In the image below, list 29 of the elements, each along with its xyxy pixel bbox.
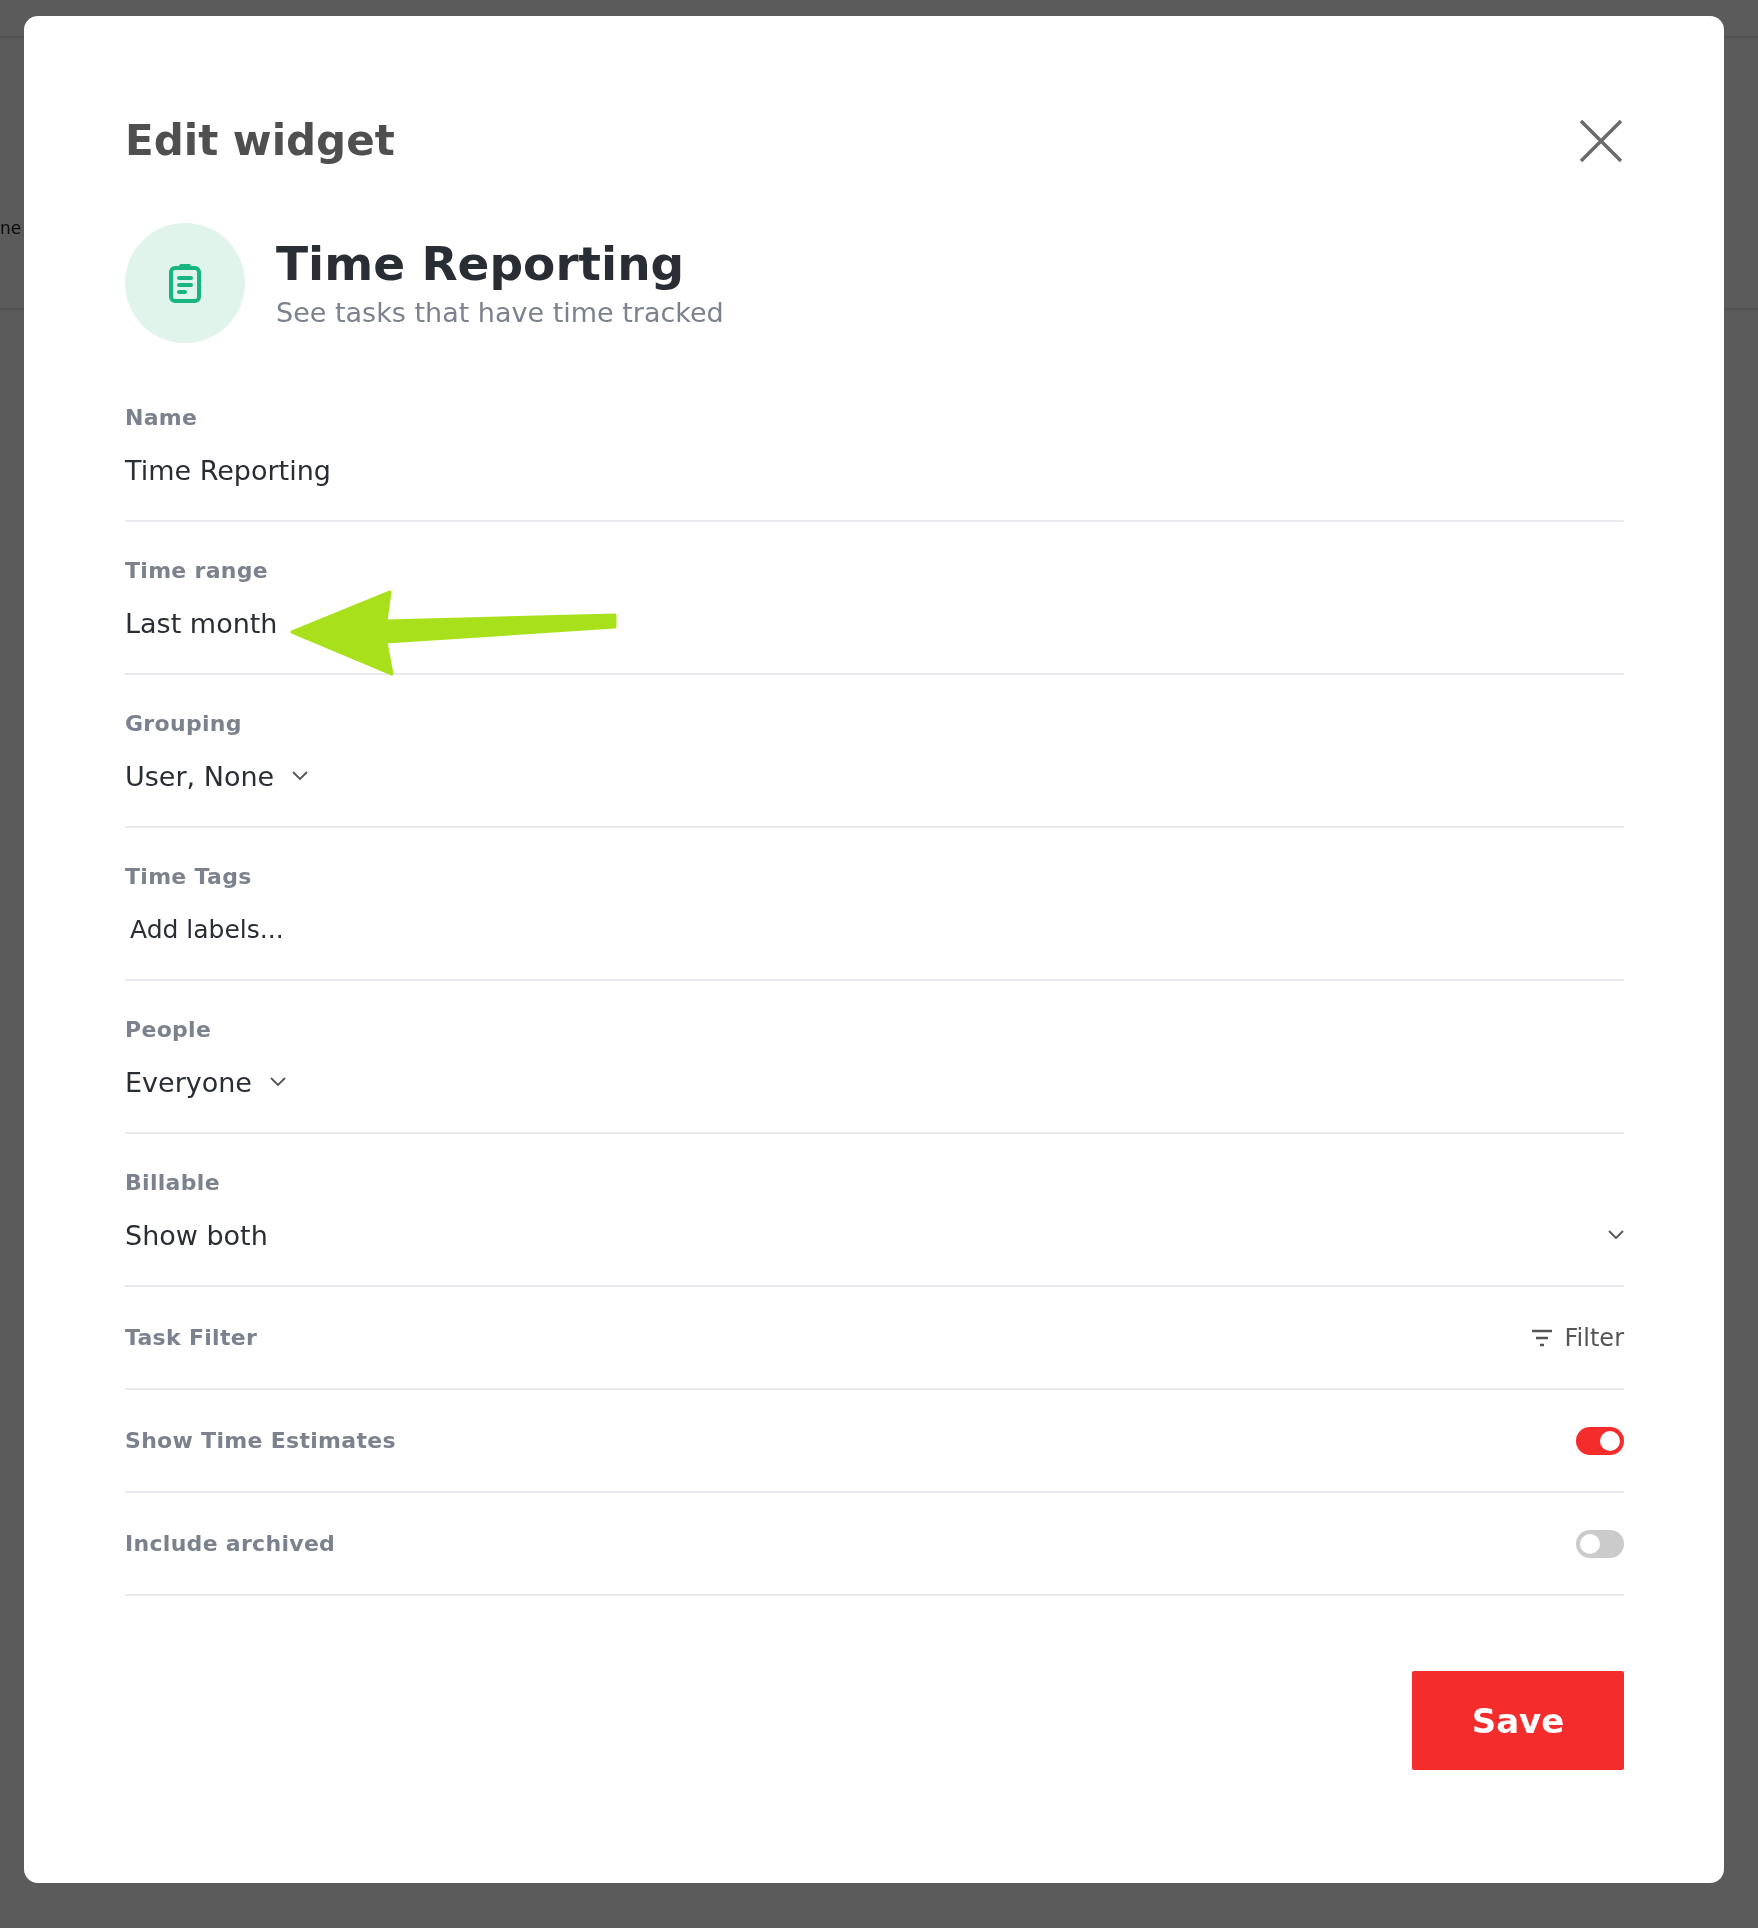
background-text: ne <box>0 218 22 238</box>
clipboard-icon <box>169 263 201 303</box>
field-label: People <box>125 1017 213 1042</box>
option-label: Show Time Estimates <box>125 1428 396 1453</box>
filter-button[interactable]: Filter <box>1530 1323 1624 1352</box>
close-icon <box>1578 117 1624 164</box>
field-label: Time Tags <box>125 864 253 889</box>
select-dropdown[interactable]: User, None <box>125 760 309 792</box>
filter-icon <box>1530 1328 1553 1347</box>
toggle-switch[interactable] <box>1576 1529 1624 1558</box>
close-button[interactable] <box>1578 117 1624 164</box>
field-label: Billable <box>125 1170 221 1195</box>
chevron-down-icon <box>1608 1230 1624 1240</box>
field-value: Last month <box>125 607 278 639</box>
widget-description: See tasks that have time tracked <box>276 297 724 329</box>
chevron-down-icon <box>292 771 309 781</box>
field-label: Time range <box>125 558 270 583</box>
field-label: Grouping <box>125 711 243 736</box>
option-label: Include archived <box>125 1531 336 1556</box>
field-label: Name <box>125 405 199 430</box>
save-button[interactable]: Save <box>1412 1671 1624 1770</box>
select-dropdown[interactable]: Everyone <box>125 1066 286 1098</box>
dialog-title: Edit widget <box>125 116 395 165</box>
chevron-down-icon <box>270 1077 286 1087</box>
field-value: Time Reporting <box>125 454 331 486</box>
toggle-switch[interactable] <box>1576 1426 1624 1455</box>
option-label: Task Filter <box>125 1325 258 1350</box>
widget-title: Time Reporting <box>276 237 686 290</box>
select-dropdown[interactable]: Show both <box>125 1219 1624 1251</box>
